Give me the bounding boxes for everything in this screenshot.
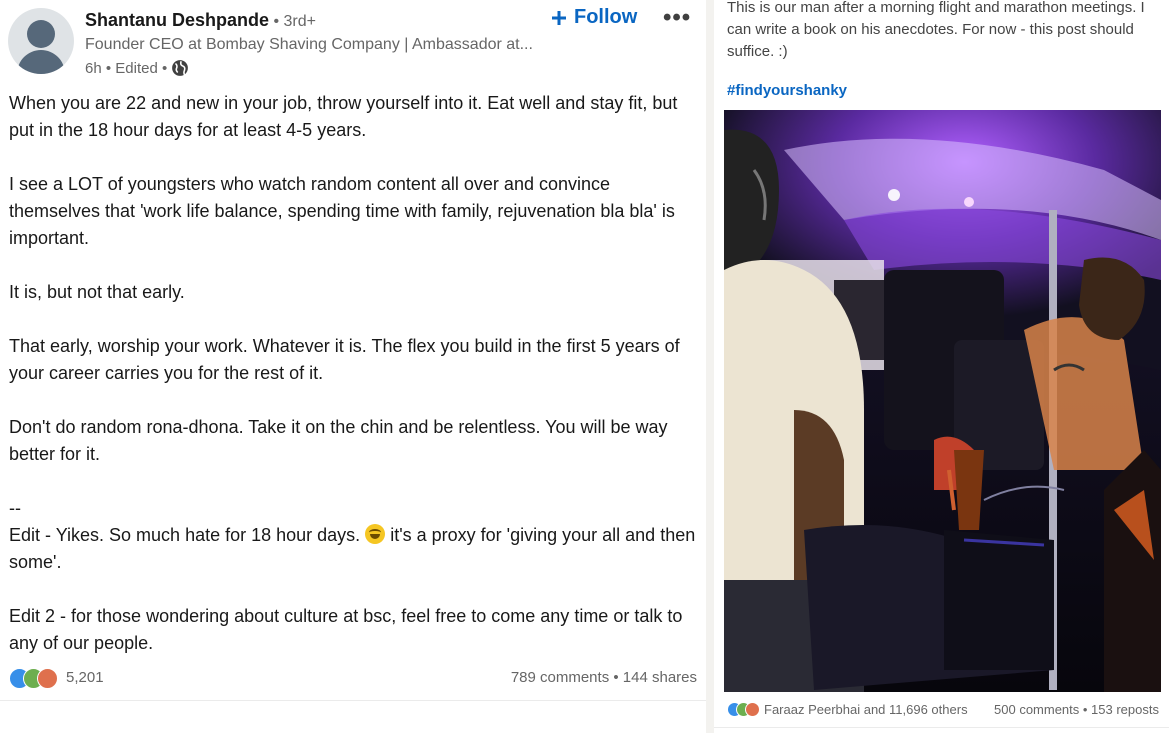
post-body: When you are 22 and new in your job, thr… xyxy=(9,90,699,684)
author-name[interactable]: Shantanu Deshpande xyxy=(85,10,269,30)
side-social-counts: Faraaz Peerbhai and 11,696 others 500 co… xyxy=(727,700,1159,720)
love-reaction-icon xyxy=(745,702,760,717)
reaction-icons[interactable] xyxy=(9,668,63,689)
comments-shares-count[interactable]: 789 comments • 144 shares xyxy=(511,669,697,686)
love-reaction-icon xyxy=(37,668,58,689)
post-photo[interactable] xyxy=(724,110,1161,692)
social-counts: 5,201 789 comments • 144 shares xyxy=(9,666,697,690)
post-separator: -- xyxy=(9,498,21,518)
column-divider xyxy=(706,0,714,733)
side-post-text: This is our man after a morning flight a… xyxy=(727,0,1145,60)
author-avatar[interactable] xyxy=(8,8,74,74)
main-post-card: Shantanu Deshpande • 3rd+ Founder CEO at… xyxy=(0,0,706,733)
divider-line xyxy=(0,700,706,701)
follow-label: Follow xyxy=(574,6,638,28)
post-paragraph-1: When you are 22 and new in your job, thr… xyxy=(9,93,678,140)
auto-rickshaw-photo xyxy=(724,110,1161,692)
author-name-row: Shantanu Deshpande • 3rd+ xyxy=(85,10,316,31)
person-avatar-icon xyxy=(27,20,55,48)
post-time: 6h • Edited • xyxy=(85,59,168,77)
post-edit-1: Edit - Yikes. So much hate for 18 hour d… xyxy=(9,524,696,572)
post-paragraph-3: It is, but not that early. xyxy=(9,282,185,302)
side-reaction-icons[interactable] xyxy=(727,702,761,717)
post-paragraph-4: That early, worship your work. Whatever … xyxy=(9,336,680,383)
grinning-sweat-emoji xyxy=(365,524,386,544)
post-edit-2: Edit 2 - for those wondering about cultu… xyxy=(9,606,683,653)
side-divider-line xyxy=(714,727,1169,728)
globe-icon xyxy=(172,60,189,76)
post-paragraph-5: Don't do random rona-dhona. Take it on t… xyxy=(9,417,668,464)
connection-degree: • 3rd+ xyxy=(269,13,316,30)
side-comments-reposts[interactable]: 500 comments • 153 reposts xyxy=(994,702,1159,717)
post-paragraph-2: I see a LOT of youngsters who watch rand… xyxy=(9,174,675,248)
side-reactions-text[interactable]: Faraaz Peerbhai and 11,696 others xyxy=(764,702,968,717)
author-headline: Founder CEO at Bombay Shaving Company | … xyxy=(85,36,533,53)
more-dots-icon[interactable]: ••• xyxy=(663,4,691,32)
follow-button[interactable]: Follow xyxy=(550,6,637,29)
hashtag-link[interactable]: #findyourshanky xyxy=(727,82,847,99)
side-post-card: This is our man after a morning flight a… xyxy=(714,0,1169,733)
post-meta: 6h • Edited • xyxy=(85,59,189,77)
plus-icon xyxy=(552,10,566,25)
reactions-count[interactable]: 5,201 xyxy=(66,669,104,686)
